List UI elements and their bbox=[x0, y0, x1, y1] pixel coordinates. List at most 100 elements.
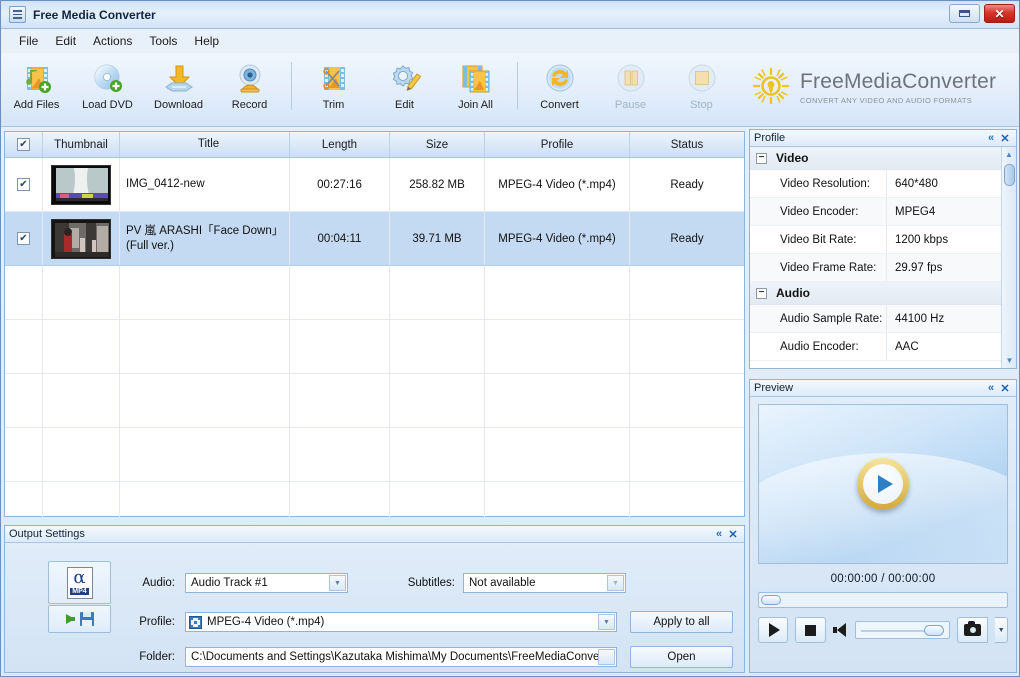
folder-label: Folder: bbox=[139, 651, 175, 663]
profile-panel-header: Profile « ✕ bbox=[750, 130, 1016, 147]
speaker-icon[interactable] bbox=[832, 623, 849, 637]
row-checkbox-cell[interactable] bbox=[5, 158, 43, 211]
apply-to-all-button[interactable]: Apply to all bbox=[630, 611, 733, 633]
audio-track-select[interactable]: Audio Track #1 ▼ bbox=[185, 573, 348, 593]
play-icon bbox=[769, 623, 781, 637]
window-controls: ✕ bbox=[949, 4, 1015, 23]
empty-row[interactable] bbox=[5, 266, 744, 320]
toolbar-button-download[interactable]: Download bbox=[143, 58, 214, 122]
row-length: 00:04:11 bbox=[290, 212, 390, 265]
scrollbar-thumb[interactable] bbox=[1004, 164, 1015, 186]
volume-slider[interactable] bbox=[855, 621, 950, 639]
header-profile[interactable]: Profile bbox=[485, 132, 630, 157]
play-button-overlay[interactable] bbox=[857, 458, 909, 510]
chevron-down-icon[interactable]: ▼ bbox=[329, 575, 346, 591]
header-select-all[interactable] bbox=[5, 132, 43, 157]
open-folder-button[interactable]: Open bbox=[630, 646, 733, 668]
file-list-header: Thumbnail Title Length Size Profile Stat… bbox=[5, 132, 744, 158]
table-row[interactable]: PV 嵐 ARASHI「Face Down」(Full ver.) 00:04:… bbox=[5, 212, 744, 266]
collapse-icon[interactable]: « bbox=[712, 528, 726, 541]
empty-cell bbox=[43, 428, 120, 481]
load-dvd-icon bbox=[91, 62, 125, 96]
empty-row[interactable] bbox=[5, 482, 744, 517]
seek-slider-thumb[interactable] bbox=[761, 595, 781, 605]
snapshot-dropdown-arrow[interactable]: ▼ bbox=[995, 617, 1009, 643]
play-button[interactable] bbox=[758, 617, 789, 643]
toolbar-button-stop[interactable]: Stop bbox=[666, 58, 737, 122]
output-profile-select[interactable]: MPEG-4 Video (*.mp4) ▼ bbox=[185, 612, 617, 632]
close-icon[interactable]: ✕ bbox=[998, 132, 1012, 145]
menu-tools[interactable]: Tools bbox=[141, 31, 185, 51]
row-checkbox[interactable] bbox=[17, 178, 30, 191]
toolbar-button-convert[interactable]: Convert bbox=[524, 58, 595, 122]
scroll-down-icon[interactable]: ▼ bbox=[1002, 353, 1016, 368]
header-thumbnail[interactable]: Thumbnail bbox=[43, 132, 120, 157]
header-status[interactable]: Status bbox=[630, 132, 744, 157]
toolbar-button-load-dvd[interactable]: Load DVD bbox=[72, 58, 143, 122]
browse-folder-button[interactable] bbox=[598, 649, 615, 665]
property-value: 44100 Hz bbox=[886, 305, 1002, 332]
preview-video-area[interactable] bbox=[758, 404, 1008, 564]
minimize-button[interactable] bbox=[949, 4, 980, 23]
empty-row[interactable] bbox=[5, 320, 744, 374]
toolbar-button-join-all[interactable]: Join All bbox=[440, 58, 511, 122]
row-checkbox[interactable] bbox=[17, 232, 30, 245]
output-folder-input[interactable]: C:\Documents and Settings\Kazutaka Mishi… bbox=[185, 647, 617, 667]
empty-cell bbox=[390, 482, 485, 517]
stop-button[interactable] bbox=[795, 617, 826, 643]
empty-row[interactable] bbox=[5, 374, 744, 428]
profile-group-video[interactable]: − Video bbox=[750, 147, 1002, 170]
close-button[interactable]: ✕ bbox=[984, 4, 1015, 23]
close-icon[interactable]: ✕ bbox=[726, 528, 740, 541]
profile-scrollbar[interactable]: ▲ ▼ bbox=[1001, 147, 1016, 368]
header-length[interactable]: Length bbox=[290, 132, 390, 157]
profile-row: Video Encoder: MPEG4 bbox=[750, 198, 1002, 226]
collapse-expander-icon[interactable]: − bbox=[756, 152, 767, 164]
profile-group-audio[interactable]: − Audio bbox=[750, 282, 1002, 305]
chevron-down-icon[interactable]: ▼ bbox=[607, 575, 624, 591]
preview-seek-slider[interactable] bbox=[758, 592, 1008, 608]
chevron-down-icon[interactable]: ▼ bbox=[598, 614, 615, 630]
profile-row: Video Resolution: 640*480 bbox=[750, 170, 1002, 198]
toolbar-button-pause[interactable]: Pause bbox=[595, 58, 666, 122]
toolbar-button-record[interactable]: Record bbox=[214, 58, 285, 122]
toolbar-label: Join All bbox=[458, 99, 493, 111]
header-title[interactable]: Title bbox=[120, 132, 290, 157]
close-icon[interactable]: ✕ bbox=[998, 382, 1012, 395]
empty-cell bbox=[390, 266, 485, 319]
collapse-expander-icon[interactable]: − bbox=[756, 287, 767, 299]
preview-panel-title: Preview bbox=[754, 382, 794, 394]
menu-file[interactable]: File bbox=[11, 31, 46, 51]
menu-actions[interactable]: Actions bbox=[85, 31, 140, 51]
row-checkbox-cell[interactable] bbox=[5, 212, 43, 265]
title-bar: Free Media Converter ✕ bbox=[1, 1, 1019, 29]
stop-icon bbox=[804, 624, 816, 636]
table-row[interactable]: IMG_0412-new 00:27:16 258.82 MB MPEG-4 V… bbox=[5, 158, 744, 212]
empty-row[interactable] bbox=[5, 428, 744, 482]
empty-cell bbox=[630, 266, 744, 319]
empty-cell bbox=[43, 266, 120, 319]
volume-slider-thumb[interactable] bbox=[924, 625, 944, 636]
subtitles-select[interactable]: Not available ▼ bbox=[463, 573, 626, 593]
output-settings-panel: Output Settings « ✕ α MP4 Audio: Audio T… bbox=[4, 525, 745, 673]
collapse-icon[interactable]: « bbox=[984, 382, 998, 395]
row-title: IMG_0412-new bbox=[120, 158, 290, 211]
toolbar-button-trim[interactable]: Trim bbox=[298, 58, 369, 122]
preview-panel-body: 00:00:00 / 00:00:00 ▼ bbox=[750, 397, 1016, 649]
profile-row: Audio Encoder: AAC bbox=[750, 333, 1002, 361]
menu-help[interactable]: Help bbox=[186, 31, 227, 51]
system-menu-icon[interactable] bbox=[9, 6, 26, 23]
toolbar-button-add-files[interactable]: Add Files bbox=[1, 58, 72, 122]
scroll-up-icon[interactable]: ▲ bbox=[1002, 147, 1016, 162]
toolbar-label: Load DVD bbox=[82, 99, 133, 111]
toolbar-button-edit[interactable]: Edit bbox=[369, 58, 440, 122]
menu-edit[interactable]: Edit bbox=[47, 31, 84, 51]
collapse-icon[interactable]: « bbox=[984, 132, 998, 145]
header-size[interactable]: Size bbox=[390, 132, 485, 157]
snapshot-camera-button[interactable] bbox=[957, 617, 989, 643]
select-all-checkbox[interactable] bbox=[17, 138, 30, 151]
save-to-disk-icon[interactable] bbox=[48, 605, 111, 633]
convert-icon bbox=[543, 62, 577, 96]
toolbar-label: Stop bbox=[690, 99, 713, 111]
play-triangle-icon bbox=[863, 464, 903, 504]
